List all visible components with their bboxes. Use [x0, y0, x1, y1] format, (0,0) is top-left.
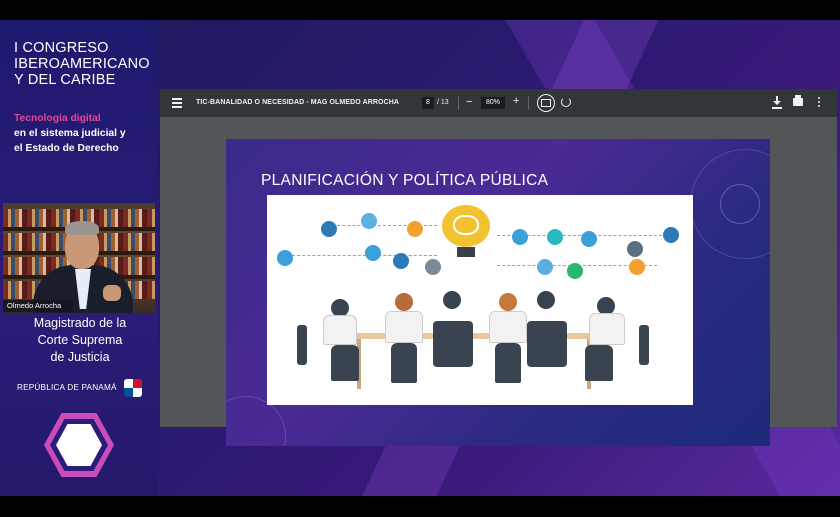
page-number-input[interactable]: 8 — [422, 97, 434, 109]
check-icon — [567, 263, 583, 279]
speaker-role: Magistrado de la Corte Suprema de Justic… — [10, 315, 150, 366]
tablet-icon — [537, 259, 553, 275]
download-icon-base — [772, 107, 782, 109]
person-head — [537, 291, 555, 309]
chair — [297, 325, 307, 365]
menu-icon[interactable] — [172, 98, 182, 108]
zoom-in-button[interactable]: + — [513, 95, 519, 108]
slide-title: PLANIFICACIÓN Y POLÍTICA PÚBLICA — [261, 172, 549, 189]
gear-icon — [629, 259, 645, 275]
chart-icon — [277, 250, 293, 266]
subtitle-highlight: Tecnología digital — [14, 113, 101, 124]
fit-to-page-icon[interactable] — [537, 94, 555, 112]
brain-icon — [453, 215, 479, 235]
subtitle-line: el Estado de Derecho — [14, 143, 119, 154]
clock-icon — [425, 259, 441, 275]
conference-title-line: Y DEL CARIBE — [14, 72, 116, 88]
role-line: de Justicia — [50, 350, 110, 364]
conference-title-line: I CONGRESO — [14, 40, 109, 56]
person-body — [489, 311, 527, 343]
video-frame: I CONGRESO IBEROAMERICANO Y DEL CARIBE T… — [0, 20, 840, 496]
person-legs — [495, 343, 521, 383]
zoom-level-input[interactable]: 80% — [481, 97, 505, 109]
pdf-toolbar: TIC-BANALIDAD O NECESIDAD - MAG OLMEDO A… — [160, 89, 837, 117]
rotate-icon[interactable] — [561, 97, 571, 107]
country-label: REPÚBLICA DE PANAMÁ — [17, 383, 117, 392]
person-legs — [391, 343, 417, 383]
person-body — [323, 315, 357, 345]
speaker-video — [3, 203, 155, 313]
monitor-icon — [627, 241, 643, 257]
chair — [527, 321, 567, 367]
role-line: Corte Suprema — [37, 333, 123, 347]
chair — [639, 325, 649, 365]
speaker-name-tag: Olmedo Arrocha — [3, 300, 73, 312]
laptop-icon — [321, 221, 337, 237]
connector-line — [287, 255, 437, 256]
conference-title: I CONGRESO IBEROAMERICANO Y DEL CARIBE — [14, 40, 154, 88]
print-icon[interactable] — [793, 95, 803, 106]
person-head — [395, 293, 413, 311]
person-body — [589, 313, 625, 345]
toolbar-divider — [458, 96, 459, 110]
hexagon-logo-icon — [44, 413, 114, 477]
more-options-icon[interactable] — [818, 97, 821, 109]
conference-title-line: IBEROAMERICANO — [14, 56, 150, 72]
pdf-viewer: TIC-BANALIDAD O NECESIDAD - MAG OLMEDO A… — [160, 89, 837, 446]
role-line: Magistrado de la — [33, 316, 127, 330]
toolbar-divider — [528, 96, 529, 110]
person-head — [499, 293, 517, 311]
person-body — [385, 311, 423, 343]
page-total: / 13 — [437, 99, 449, 106]
link-icon — [393, 253, 409, 269]
subtitle-line: en el sistema judicial y — [14, 128, 126, 139]
team-meeting-illustration — [267, 195, 693, 405]
lightbulb-base — [457, 247, 475, 257]
calculator-icon — [663, 227, 679, 243]
zoom-out-button[interactable]: − — [466, 96, 472, 108]
document-title: TIC-BANALIDAD O NECESIDAD - MAG OLMEDO A… — [196, 99, 400, 106]
users-icon — [365, 245, 381, 261]
idea-icon — [407, 221, 423, 237]
document-icon — [581, 231, 597, 247]
speaker-hair — [65, 221, 99, 235]
decorative-circle — [720, 184, 760, 224]
chair — [433, 321, 473, 367]
person-head — [443, 291, 461, 309]
conference-sidebar: I CONGRESO IBEROAMERICANO Y DEL CARIBE T… — [0, 20, 158, 496]
refresh-icon — [547, 229, 563, 245]
panama-flag-icon — [124, 379, 142, 397]
person-legs — [585, 345, 613, 381]
person-legs — [331, 345, 359, 381]
search-icon — [512, 229, 528, 245]
slide-page: PLANIFICACIÓN Y POLÍTICA PÚBLICA — [226, 139, 770, 446]
speaker-hand — [103, 285, 121, 301]
paper-plane-icon — [361, 213, 377, 229]
conference-subtitle: Tecnología digital en el sistema judicia… — [14, 111, 154, 156]
